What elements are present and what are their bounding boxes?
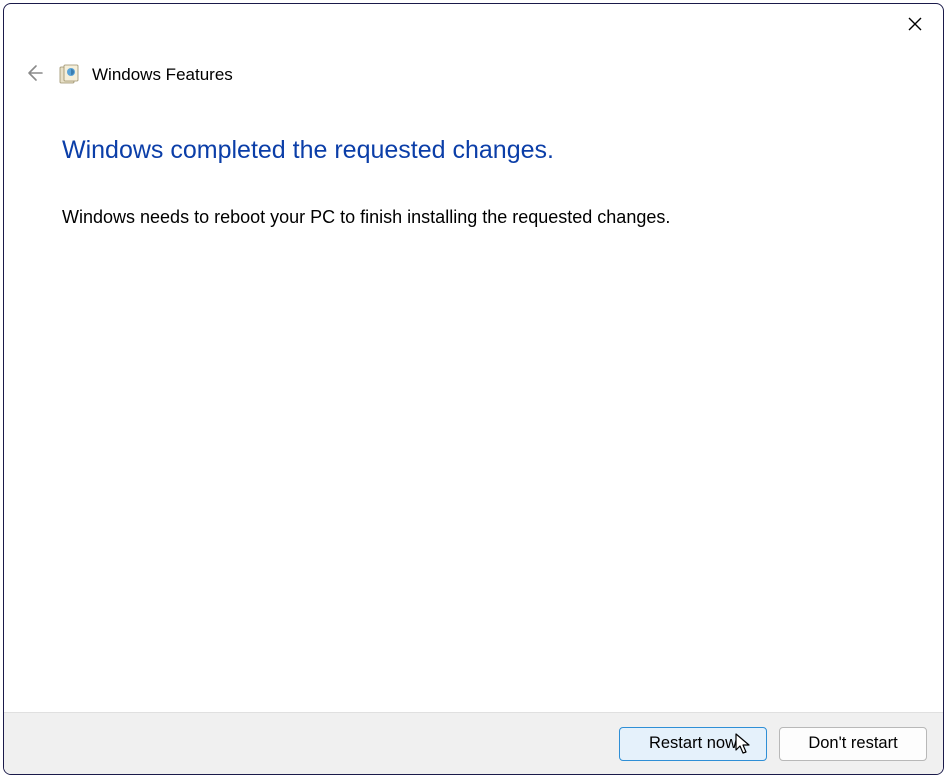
arrow-left-icon [24, 63, 44, 88]
window-title: Windows Features [92, 65, 233, 85]
windows-features-icon [58, 64, 80, 86]
main-heading: Windows completed the requested changes. [62, 136, 885, 165]
content-area: Windows completed the requested changes.… [4, 88, 943, 712]
close-icon [907, 16, 923, 37]
back-button[interactable] [22, 63, 46, 87]
restart-now-button[interactable]: Restart now [619, 727, 767, 761]
body-text: Windows needs to reboot your PC to finis… [62, 205, 885, 230]
close-button[interactable] [905, 16, 925, 36]
dont-restart-button[interactable]: Don't restart [779, 727, 927, 761]
dialog-window: Windows Features Windows completed the r… [3, 3, 944, 775]
footer-bar: Restart now Don't restart [4, 712, 943, 774]
titlebar [4, 4, 943, 44]
header-row: Windows Features [4, 44, 943, 88]
